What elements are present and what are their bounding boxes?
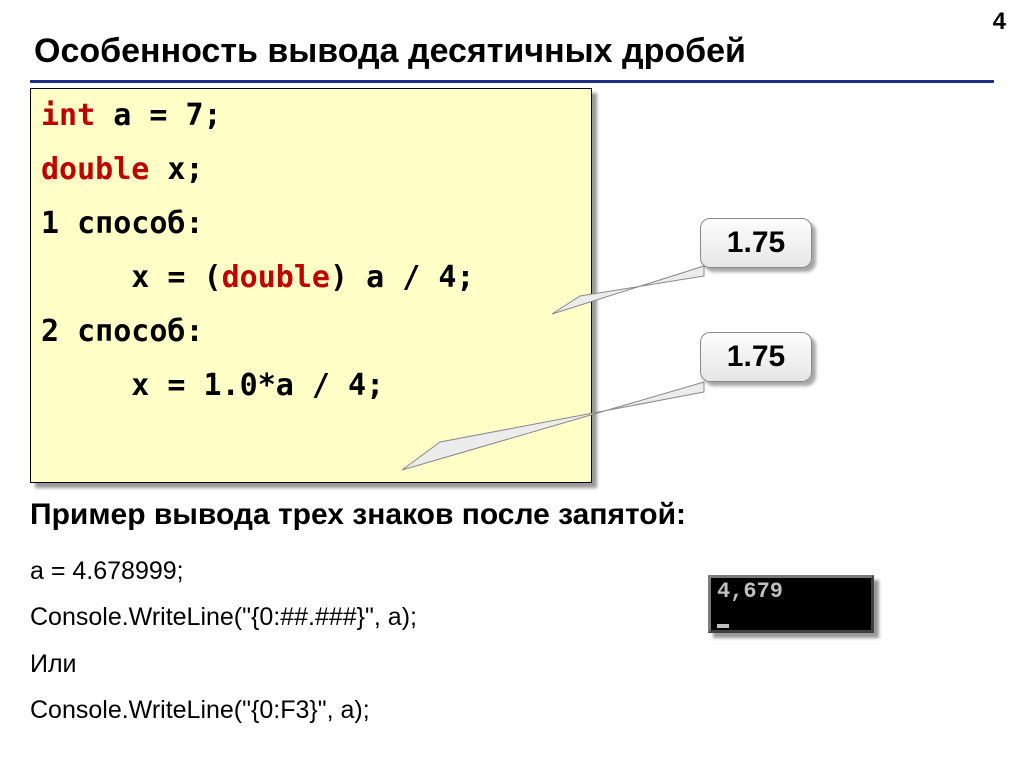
code-block: int a = 7; double x; 1 способ: x = (doub… (30, 88, 592, 483)
subheading: Пример вывода трех знаков после запятой: (30, 498, 686, 532)
code-text: ) a / 4; (330, 260, 475, 295)
code-text: x = ( (41, 260, 222, 295)
result-callout-2: 1.75 (700, 332, 812, 382)
example-line: a = 4.678999; (30, 548, 417, 594)
code-keyword: double (41, 152, 149, 187)
console-text: 4,679 (717, 580, 865, 604)
example-line: Console.WriteLine("{0:##.###}", a); (30, 594, 417, 640)
slide-title: Особенность вывода десятичных дробей (34, 32, 746, 71)
title-underline (30, 80, 994, 83)
code-keyword: int (41, 98, 95, 133)
cursor-icon (717, 624, 729, 628)
code-text: x; (149, 152, 203, 187)
code-text: a = 7; (95, 98, 221, 133)
slide: 4 Особенность вывода десятичных дробей i… (0, 0, 1024, 767)
page-number: 4 (993, 8, 1006, 36)
console-output: 4,679 (708, 575, 874, 633)
code-keyword: double (222, 260, 330, 295)
example-line: Или (30, 641, 417, 687)
result-callout-1: 1.75 (700, 218, 812, 268)
example-code: a = 4.678999; Console.WriteLine("{0:##.#… (30, 548, 417, 733)
example-line: Console.WriteLine("{0:F3}", a); (30, 687, 417, 733)
code-text: x = 1.0*a / 4; (41, 368, 384, 403)
code-text: 2 способ: (41, 314, 204, 349)
code-text: 1 способ: (41, 206, 204, 241)
